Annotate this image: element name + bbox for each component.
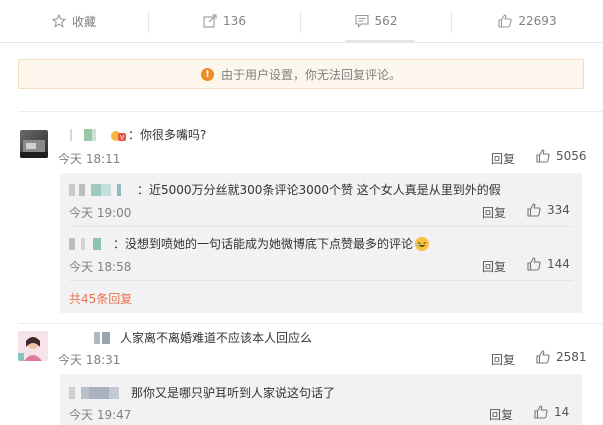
reply-button[interactable]: 回复 (491, 150, 515, 167)
reply-line: ：近5000万分丝就300条评论3000个赞 这个女人真是从里到外的假 (69, 181, 501, 198)
reply-button[interactable]: 回复 (482, 258, 506, 275)
like-count: 22693 (518, 14, 557, 28)
thumbs-up-icon (536, 350, 550, 364)
reply-time: 今天 18:58 (69, 260, 132, 274)
thumbs-up-icon (498, 14, 513, 28)
reply-line: 那你又是哪只驴耳听到人家说这句话了 (69, 384, 335, 401)
laughing-emoji-icon (415, 236, 430, 251)
comment-icon (354, 14, 369, 28)
reply-like-button[interactable]: 144 (527, 257, 570, 271)
share-icon (203, 14, 217, 28)
username[interactable] (62, 128, 108, 141)
comment-line: 人家离不离婚难道不应该本人回应么 (94, 329, 312, 346)
active-tab-indicator (345, 40, 415, 42)
reply-button[interactable]: 回复 (491, 351, 515, 368)
comment-button[interactable]: 562 (301, 0, 451, 42)
reply-button[interactable]: 回复 (489, 406, 513, 423)
reply-like-count: 144 (547, 257, 570, 271)
comment-text: ：你很多嘴吗? (128, 128, 207, 142)
reply-username[interactable] (69, 237, 105, 250)
comment-like-count: 2581 (556, 350, 587, 364)
comment-time: 今天 18:11 (58, 152, 121, 166)
user-badge-icon: V (110, 128, 126, 142)
like-button[interactable]: 22693 (452, 0, 603, 42)
reply-disabled-notice: ! 由于用户设置，你无法回复评论。 (18, 59, 584, 89)
comment-like-button[interactable]: 5056 (536, 149, 587, 163)
reply-text: ：近5000万分丝就300条评论3000个赞 这个女人真是从里到外的假 (137, 183, 501, 197)
reply-like-count: 14 (554, 405, 570, 419)
divider (69, 280, 573, 281)
reply-like-count: 334 (547, 203, 570, 217)
reply-time: 今天 19:47 (69, 408, 132, 422)
reply-time: 今天 19:00 (69, 206, 132, 220)
notice-text: 由于用户设置，你无法回复评论。 (220, 67, 401, 82)
divider (18, 323, 603, 324)
comment-count: 562 (374, 14, 398, 28)
username[interactable] (94, 331, 110, 344)
comment-time: 今天 18:31 (58, 353, 121, 367)
comment-line: V ：你很多嘴吗? (62, 126, 206, 143)
reply-like-button[interactable]: 334 (527, 203, 570, 217)
repost-count: 136 (223, 14, 246, 28)
divider (18, 111, 603, 112)
comment-text: 人家离不离婚难道不应该本人回应么 (120, 331, 313, 345)
thumbs-up-icon (536, 149, 550, 163)
reply-text: ：没想到喷她的一句话能成为她微博底下点赞最多的评论 (113, 237, 414, 251)
favorite-button[interactable]: 收藏 (0, 0, 148, 42)
reply-username[interactable] (69, 183, 129, 196)
reply-button[interactable]: 回复 (482, 204, 506, 221)
comment-like-button[interactable]: 2581 (536, 350, 587, 364)
reply-text: 那你又是哪只驴耳听到人家说这句话了 (131, 386, 336, 400)
action-bar: 收藏 136 562 22693 (0, 0, 603, 43)
star-icon (51, 14, 66, 28)
reply-like-button[interactable]: 14 (534, 405, 569, 419)
avatar[interactable] (18, 331, 48, 361)
reply-line: ：没想到喷她的一句话能成为她微博底下点赞最多的评论 (69, 235, 430, 252)
more-replies-link[interactable]: 共45条回复 (69, 290, 132, 307)
avatar[interactable] (20, 130, 48, 158)
warning-icon: ! (200, 67, 214, 81)
thumbs-up-icon (527, 203, 541, 217)
reply-thread: 那你又是哪只驴耳听到人家说这句话了 今天 19:47 回复 14 (60, 374, 582, 425)
repost-button[interactable]: 136 (149, 0, 300, 42)
divider (69, 226, 573, 227)
thumbs-up-icon (527, 257, 541, 271)
reply-username[interactable] (69, 386, 125, 399)
thumbs-up-icon (534, 405, 548, 419)
comment-like-count: 5056 (556, 149, 587, 163)
favorite-label: 收藏 (71, 14, 96, 29)
reply-thread: ：近5000万分丝就300条评论3000个赞 这个女人真是从里到外的假 今天 1… (60, 173, 582, 313)
